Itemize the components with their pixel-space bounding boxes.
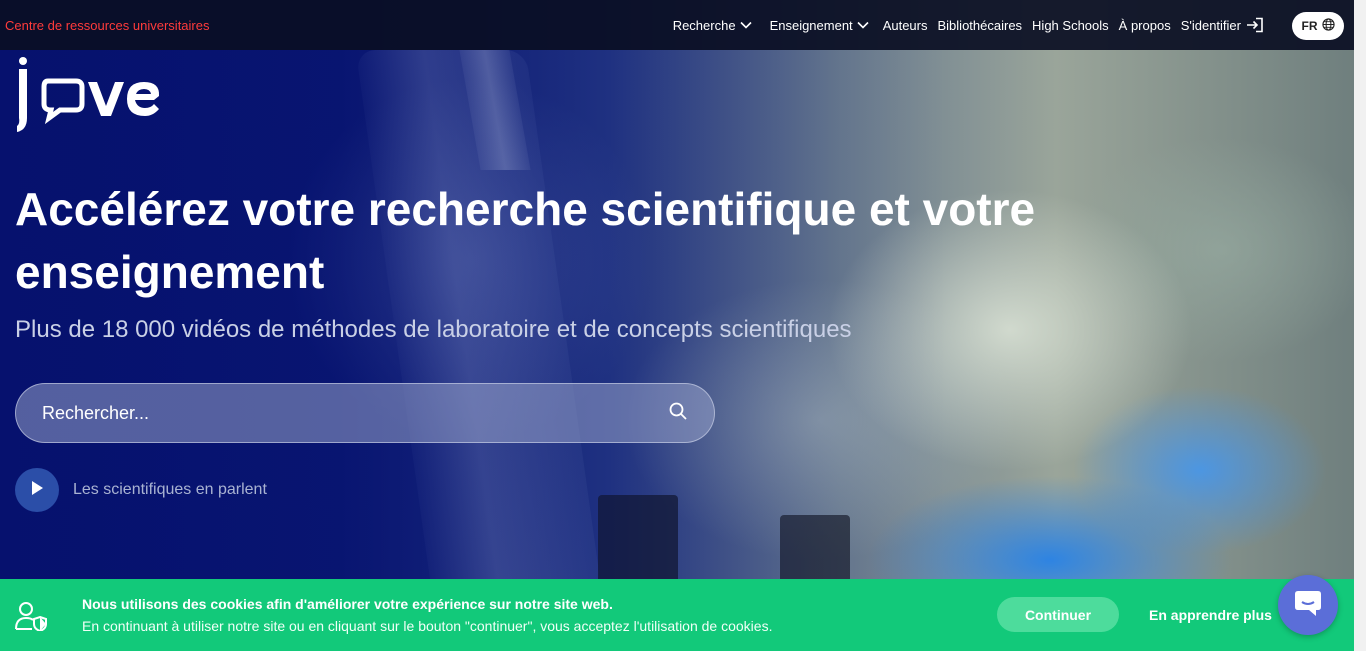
user-shield-icon [14, 601, 48, 633]
nav-item-label: À propos [1118, 17, 1171, 33]
video-label: Les scientifiques en parlent [73, 481, 267, 498]
play-button[interactable] [15, 468, 59, 512]
chevron-down-icon [857, 21, 869, 29]
resource-center-link[interactable]: Centre de ressources universitaires [5, 18, 209, 33]
nav-item-label: Bibliothécaires [937, 17, 1023, 33]
search-icon [668, 401, 688, 426]
sign-in-icon [1246, 17, 1264, 33]
chat-icon [1292, 587, 1324, 624]
hero-search-bar [15, 383, 715, 443]
nav-item-enseignement[interactable]: Enseignement [770, 18, 873, 33]
language-code: FR [1301, 19, 1318, 33]
sign-in-link[interactable]: S'identifier [1181, 17, 1268, 33]
language-selector[interactable]: FR [1292, 12, 1344, 40]
cookie-text: En continuant à utiliser notre site ou e… [82, 618, 773, 634]
jove-logo-graphic [17, 57, 160, 132]
nav-item-high-schools[interactable]: High Schools [1032, 18, 1109, 33]
search-button[interactable] [658, 393, 698, 433]
nav-item-auteurs[interactable]: Auteurs [883, 18, 928, 33]
chevron-down-icon [739, 21, 752, 29]
main-nav: Recherche Enseignement Auteurs Bibliothé… [663, 0, 1268, 50]
nav-item-label: Enseignement [769, 17, 853, 33]
nav-item-bibliothecaires[interactable]: Bibliothécaires [938, 18, 1023, 33]
hero-headline: Accélérez votre recherche scientifique e… [15, 183, 1036, 298]
nav-item-label: Recherche [672, 17, 736, 33]
scientists-video-link[interactable]: Les scientifiques en parlent [15, 468, 267, 512]
search-input[interactable] [16, 384, 658, 442]
learn-more-link[interactable]: En apprendre plus [1149, 607, 1272, 623]
continue-button[interactable]: Continuer [997, 597, 1119, 632]
nav-item-label: Auteurs [882, 17, 928, 33]
cookie-banner: Nous utilisons des cookies afin d'amélio… [0, 579, 1354, 651]
top-bar: Centre de ressources universitaires Rech… [0, 0, 1354, 50]
nav-item-a-propos[interactable]: À propos [1119, 18, 1171, 33]
page-scrollbar[interactable] [1354, 0, 1366, 651]
nav-item-label: S'identifier [1180, 17, 1241, 33]
globe-icon [1321, 18, 1335, 34]
jove-logo[interactable] [14, 56, 174, 136]
play-icon [30, 480, 44, 501]
nav-item-recherche[interactable]: Recherche [673, 18, 756, 33]
chat-button[interactable] [1278, 575, 1338, 635]
cookie-title: Nous utilisons des cookies afin d'amélio… [82, 596, 613, 612]
hero-subheadline: Plus de 18 000 vidéos de méthodes de lab… [15, 316, 852, 343]
nav-item-label: High Schools [1032, 17, 1109, 33]
